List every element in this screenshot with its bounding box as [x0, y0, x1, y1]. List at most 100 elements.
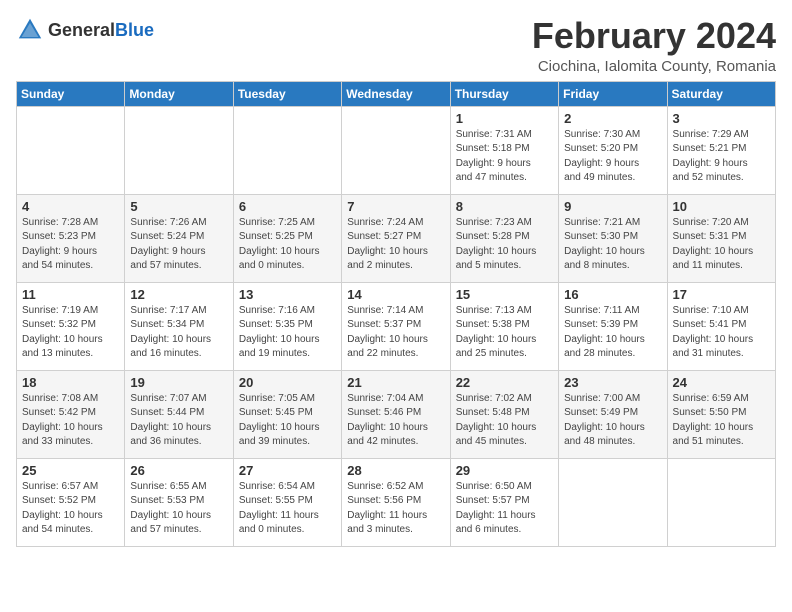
day-detail: Sunrise: 7:29 AMSunset: 5:21 PMDaylight:…	[673, 128, 770, 186]
day-cell: 27 Sunrise: 6:54 AMSunset: 5:55 PMDayligh…	[233, 458, 341, 546]
day-detail: Sunrise: 7:07 AMSunset: 5:44 PMDaylight:…	[130, 392, 227, 450]
day-detail: Sunrise: 7:00 AMSunset: 5:49 PMDaylight:…	[564, 392, 661, 450]
day-number: 8	[456, 199, 553, 214]
day-cell: 21Sunrise: 7:04 AMSunset: 5:46 PMDayligh…	[342, 370, 450, 458]
day-number: 22	[456, 375, 553, 390]
page-header: General Blue February 2024 Ciochina, Ial…	[16, 16, 776, 75]
day-detail: Sunrise: 7:02 AMSunset: 5:48 PMDaylight:…	[456, 392, 553, 450]
day-number: 14	[347, 287, 444, 302]
day-cell: 28 Sunrise: 6:52 AMSunset: 5:56 PMDayligh…	[342, 458, 450, 546]
day-cell	[125, 106, 233, 194]
day-cell: 10 Sunrise: 7:20 AMSunset: 5:31 PMDayligh…	[667, 194, 775, 282]
day-detail: Sunrise: 7:19 AMSunset: 5:32 PMDaylight:…	[22, 304, 119, 362]
day-detail: Sunrise: 7:10 AMSunset: 5:41 PMDaylight:…	[673, 304, 770, 362]
day-detail: Sunrise: 7:30 AMSunset: 5:20 PMDaylight:…	[564, 128, 661, 186]
day-number: 4	[22, 199, 119, 214]
day-cell: 25 Sunrise: 6:57 AMSunset: 5:52 PMDayligh…	[17, 458, 125, 546]
day-detail: Sunrise: 7:28 AMSunset: 5:23 PMDaylight:…	[22, 216, 119, 274]
weekday-header-row: SundayMondayTuesdayWednesdayThursdayFrid…	[17, 81, 776, 106]
day-detail: Sunrise: 7:21 AMSunset: 5:30 PMDaylight:…	[564, 216, 661, 274]
day-cell: 9 Sunrise: 7:21 AMSunset: 5:30 PMDaylight…	[559, 194, 667, 282]
day-detail: Sunrise: 6:55 AMSunset: 5:53 PMDaylight:…	[130, 480, 227, 538]
day-cell: 15Sunrise: 7:13 AMSunset: 5:38 PMDayligh…	[450, 282, 558, 370]
week-row-2: 4 Sunrise: 7:28 AMSunset: 5:23 PMDaylight…	[17, 194, 776, 282]
day-detail: Sunrise: 7:26 AMSunset: 5:24 PMDaylight:…	[130, 216, 227, 274]
day-number: 21	[347, 375, 444, 390]
day-cell: 19 Sunrise: 7:07 AMSunset: 5:44 PMDayligh…	[125, 370, 233, 458]
day-cell: 22 Sunrise: 7:02 AMSunset: 5:48 PMDayligh…	[450, 370, 558, 458]
day-number: 20	[239, 375, 336, 390]
calendar-subtitle: Ciochina, Ialomita County, Romania	[532, 58, 776, 75]
day-cell: 23 Sunrise: 7:00 AMSunset: 5:49 PMDayligh…	[559, 370, 667, 458]
day-cell: 1Sunrise: 7:31 AMSunset: 5:18 PMDaylight…	[450, 106, 558, 194]
day-number: 17	[673, 287, 770, 302]
day-number: 28	[347, 463, 444, 478]
day-cell: 29Sunrise: 6:50 AMSunset: 5:57 PMDayligh…	[450, 458, 558, 546]
day-detail: Sunrise: 7:25 AMSunset: 5:25 PMDaylight:…	[239, 216, 336, 274]
day-number: 6	[239, 199, 336, 214]
day-number: 7	[347, 199, 444, 214]
day-cell: 7Sunrise: 7:24 AMSunset: 5:27 PMDaylight…	[342, 194, 450, 282]
calendar-table: SundayMondayTuesdayWednesdayThursdayFrid…	[16, 81, 776, 547]
day-cell: 5 Sunrise: 7:26 AMSunset: 5:24 PMDaylight…	[125, 194, 233, 282]
week-row-3: 11 Sunrise: 7:19 AMSunset: 5:32 PMDayligh…	[17, 282, 776, 370]
weekday-header-wednesday: Wednesday	[342, 81, 450, 106]
day-cell: 24 Sunrise: 6:59 AMSunset: 5:50 PMDayligh…	[667, 370, 775, 458]
day-number: 9	[564, 199, 661, 214]
weekday-header-sunday: Sunday	[17, 81, 125, 106]
day-cell: 4 Sunrise: 7:28 AMSunset: 5:23 PMDaylight…	[17, 194, 125, 282]
day-detail: Sunrise: 7:08 AMSunset: 5:42 PMDaylight:…	[22, 392, 119, 450]
day-cell	[342, 106, 450, 194]
day-cell	[667, 458, 775, 546]
week-row-4: 18 Sunrise: 7:08 AMSunset: 5:42 PMDayligh…	[17, 370, 776, 458]
day-detail: Sunrise: 7:11 AMSunset: 5:39 PMDaylight:…	[564, 304, 661, 362]
day-detail: Sunrise: 6:52 AMSunset: 5:56 PMDaylight:…	[347, 480, 444, 538]
day-number: 13	[239, 287, 336, 302]
day-cell: 12Sunrise: 7:17 AMSunset: 5:34 PMDayligh…	[125, 282, 233, 370]
day-cell: 2 Sunrise: 7:30 AMSunset: 5:20 PMDaylight…	[559, 106, 667, 194]
day-detail: Sunrise: 6:50 AMSunset: 5:57 PMDaylight:…	[456, 480, 553, 538]
weekday-header-saturday: Saturday	[667, 81, 775, 106]
day-number: 23	[564, 375, 661, 390]
day-number: 18	[22, 375, 119, 390]
day-cell: 6 Sunrise: 7:25 AMSunset: 5:25 PMDaylight…	[233, 194, 341, 282]
logo: General Blue	[16, 16, 154, 44]
day-detail: Sunrise: 7:17 AMSunset: 5:34 PMDaylight:…	[130, 304, 227, 362]
weekday-header-tuesday: Tuesday	[233, 81, 341, 106]
day-number: 25	[22, 463, 119, 478]
day-detail: Sunrise: 6:59 AMSunset: 5:50 PMDaylight:…	[673, 392, 770, 450]
day-cell: 17 Sunrise: 7:10 AMSunset: 5:41 PMDayligh…	[667, 282, 775, 370]
calendar-body: 1Sunrise: 7:31 AMSunset: 5:18 PMDaylight…	[17, 106, 776, 546]
day-number: 10	[673, 199, 770, 214]
day-number: 16	[564, 287, 661, 302]
day-number: 27	[239, 463, 336, 478]
day-cell: 16 Sunrise: 7:11 AMSunset: 5:39 PMDayligh…	[559, 282, 667, 370]
day-number: 24	[673, 375, 770, 390]
day-detail: Sunrise: 6:57 AMSunset: 5:52 PMDaylight:…	[22, 480, 119, 538]
day-cell	[17, 106, 125, 194]
day-cell: 20Sunrise: 7:05 AMSunset: 5:45 PMDayligh…	[233, 370, 341, 458]
day-detail: Sunrise: 7:13 AMSunset: 5:38 PMDaylight:…	[456, 304, 553, 362]
day-cell: 13Sunrise: 7:16 AMSunset: 5:35 PMDayligh…	[233, 282, 341, 370]
day-number: 26	[130, 463, 227, 478]
day-number: 19	[130, 375, 227, 390]
week-row-1: 1Sunrise: 7:31 AMSunset: 5:18 PMDaylight…	[17, 106, 776, 194]
weekday-header-friday: Friday	[559, 81, 667, 106]
day-cell: 26 Sunrise: 6:55 AMSunset: 5:53 PMDayligh…	[125, 458, 233, 546]
day-detail: Sunrise: 7:20 AMSunset: 5:31 PMDaylight:…	[673, 216, 770, 274]
day-cell: 3 Sunrise: 7:29 AMSunset: 5:21 PMDaylight…	[667, 106, 775, 194]
day-detail: Sunrise: 6:54 AMSunset: 5:55 PMDaylight:…	[239, 480, 336, 538]
weekday-header-monday: Monday	[125, 81, 233, 106]
day-detail: Sunrise: 7:31 AMSunset: 5:18 PMDaylight:…	[456, 128, 553, 186]
calendar-header: SundayMondayTuesdayWednesdayThursdayFrid…	[17, 81, 776, 106]
day-detail: Sunrise: 7:23 AMSunset: 5:28 PMDaylight:…	[456, 216, 553, 274]
day-cell: 14Sunrise: 7:14 AMSunset: 5:37 PMDayligh…	[342, 282, 450, 370]
day-number: 5	[130, 199, 227, 214]
day-cell: 8 Sunrise: 7:23 AMSunset: 5:28 PMDaylight…	[450, 194, 558, 282]
day-cell: 18 Sunrise: 7:08 AMSunset: 5:42 PMDayligh…	[17, 370, 125, 458]
logo-blue: Blue	[115, 21, 154, 39]
day-number: 2	[564, 111, 661, 126]
day-number: 11	[22, 287, 119, 302]
day-cell	[233, 106, 341, 194]
day-number: 3	[673, 111, 770, 126]
